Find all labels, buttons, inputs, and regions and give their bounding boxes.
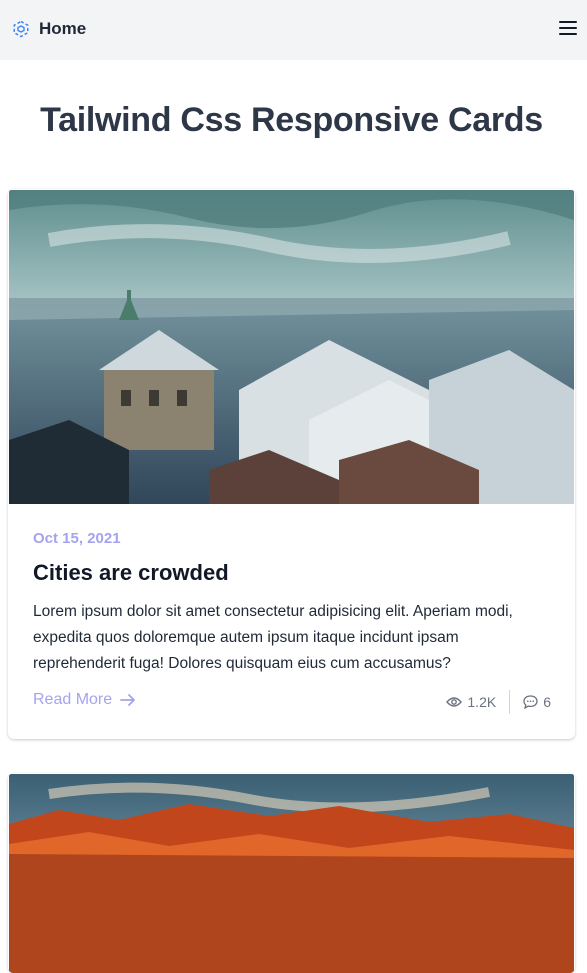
card-stats: 1.2K 6: [446, 689, 551, 715]
arrow-right-icon: [120, 694, 136, 706]
page-title: Tailwind Css Responsive Cards: [40, 101, 543, 139]
top-nav: Home: [0, 0, 587, 60]
stats-divider: [509, 690, 511, 714]
card-title: Cities are crowded: [33, 560, 229, 585]
hexagon-cube-icon: [13, 20, 29, 38]
card: Oct 15, 2021 Cities are crowded Lorem ip…: [8, 189, 575, 739]
card-image: [9, 190, 574, 504]
comment-icon: [523, 695, 538, 709]
comments-stat: 6: [523, 694, 551, 710]
views-stat: 1.2K: [446, 694, 496, 710]
read-more-label: Read More: [33, 691, 113, 708]
hamburger-menu-icon[interactable]: [559, 20, 577, 36]
read-more-link[interactable]: Read More: [33, 691, 136, 709]
card-date: Oct 15, 2021: [33, 530, 121, 547]
views-count: 1.2K: [467, 694, 497, 710]
brand-label: Home: [39, 19, 87, 38]
eye-icon: [446, 697, 463, 707]
card-image: [9, 774, 574, 973]
card-description: Lorem ipsum dolor sit amet consectetur a…: [33, 603, 513, 672]
brand-home-link[interactable]: Home: [12, 19, 86, 39]
comments-count: 6: [543, 694, 551, 710]
card: [8, 773, 575, 973]
